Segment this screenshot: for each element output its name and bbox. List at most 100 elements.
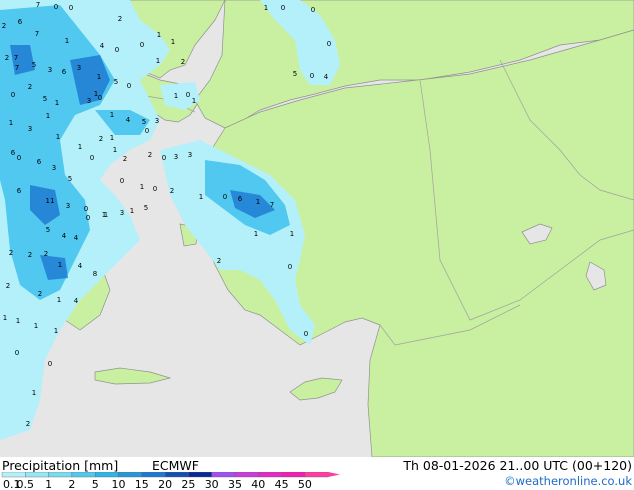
precip-value-label: 3 <box>120 209 124 217</box>
precip-value-label: 7 <box>35 30 39 38</box>
credit-link[interactable]: ©weatheronline.co.uk <box>504 474 632 488</box>
precip-value-label: 7 <box>15 64 19 72</box>
precip-value-label: 2 <box>5 54 9 62</box>
precip-value-label: 2 <box>6 282 10 290</box>
precip-value-label: 0 <box>281 4 285 12</box>
legend-tick-label: 30 <box>205 478 219 490</box>
precip-value-label: 2 <box>123 155 127 163</box>
precip-value-label: 0 <box>127 82 131 90</box>
legend-swatch <box>234 472 259 478</box>
precip-value-label: 5 <box>144 204 148 212</box>
precip-value-label: 1 <box>113 146 117 154</box>
precip-value-label: 7 <box>36 1 40 9</box>
precip-value-label: 0 <box>86 214 90 222</box>
precip-value-label: 2 <box>9 249 13 257</box>
precip-value-label: 0 <box>48 360 52 368</box>
precip-value-label: 2 <box>118 15 122 23</box>
precip-value-label: 3 <box>52 164 56 172</box>
precip-value-label: 1 <box>254 230 258 238</box>
precip-value-label: 0 <box>186 91 190 99</box>
precip-value-label: 4 <box>74 234 79 242</box>
legend-swatch <box>304 472 329 478</box>
precip-value-label: 2 <box>28 251 32 259</box>
precip-value-label: 4 <box>100 42 105 50</box>
legend-swatch <box>281 472 306 478</box>
precip-value-label: 0 <box>145 127 149 135</box>
legend-swatches <box>1 472 340 478</box>
precip-value-label: 1 <box>140 183 144 191</box>
legend-swatch <box>94 472 119 478</box>
precip-value-label: 3 <box>188 151 192 159</box>
precip-value-label: 0 <box>311 6 315 14</box>
legend-swatch <box>211 472 236 478</box>
precip-value-label: 1 <box>157 31 161 39</box>
precip-value-label: 6 <box>62 68 67 76</box>
legend-swatch <box>164 472 189 478</box>
precip-value-label: 0 <box>140 41 144 49</box>
precip-value-label: 1 <box>78 143 82 151</box>
precip-value-label: 0 <box>162 154 166 162</box>
precip-value-label: 6 <box>17 187 22 195</box>
legend-swatch <box>25 472 49 478</box>
precip-value-label: 0 <box>11 91 15 99</box>
precip-value-label: 2 <box>44 250 48 258</box>
precip-value-label: 1 <box>256 198 260 206</box>
precip-value-label: 0 <box>153 185 157 193</box>
precip-value-label: 0 <box>84 205 88 213</box>
precip-value-label: 0 <box>120 177 124 185</box>
precip-value-label: 1 <box>58 261 62 269</box>
legend-tick-label: 35 <box>228 478 242 490</box>
precip-value-label: 1 <box>174 92 178 100</box>
color-legend: 0.10.5 1 2 5 10 15 20 25 30 35 40 45 50 <box>1 472 340 490</box>
precip-value-label: 7 <box>14 54 18 62</box>
chart-title: Precipitation [mm] <box>2 458 119 473</box>
precip-value-label: 1 <box>102 211 106 219</box>
precip-value-label: 2 <box>181 58 185 66</box>
legend-tick-label: 2 <box>68 478 75 490</box>
map-footer: Precipitation [mm] ECMWF Th 08-01-2026 2… <box>0 457 634 490</box>
legend-tick-label: 40 <box>251 478 265 490</box>
precip-value-label: 3 <box>28 125 32 133</box>
precip-value-label: 4 <box>62 232 67 240</box>
precip-value-label: 4 <box>126 116 131 124</box>
precip-value-label: 0 <box>15 349 19 357</box>
precip-value-label: 1 <box>57 296 61 304</box>
legend-tick-label: 1 <box>45 478 52 490</box>
precip-value-label: 0 <box>69 4 73 12</box>
precip-value-label: 5 <box>142 118 146 126</box>
precip-value-label: 0 <box>223 193 227 201</box>
precipitation-map: 27 02670124 0753 6 3157210 5 101311600 635 06113… <box>0 0 634 457</box>
precip-value-label: 2 <box>170 187 174 195</box>
precip-value-label: 4 <box>324 73 329 81</box>
precip-value-label: 5 <box>32 61 36 69</box>
precip-value-label: 1 <box>34 322 38 330</box>
precip-value-label: 6 <box>238 195 243 203</box>
precip-value-label: 3 <box>87 97 91 105</box>
legend-swatch <box>188 472 212 478</box>
precip-value-label: 5 <box>68 175 72 183</box>
precip-value-label: 2 <box>99 135 103 143</box>
legend-swatch <box>71 472 96 478</box>
precip-value-label: 0 <box>310 72 314 80</box>
precip-value-label: 4 <box>78 262 83 270</box>
precip-value-label: 1 <box>156 57 160 65</box>
model-name: ECMWF <box>152 458 199 473</box>
precip-value-label: 7 <box>270 201 274 209</box>
legend-tick-label: 0.5 <box>17 478 35 490</box>
legend-tick-label: 25 <box>181 478 195 490</box>
precip-value-label: 1 <box>110 134 114 142</box>
precip-value-label: 1 <box>3 314 7 322</box>
precip-value-label: 2 <box>28 83 32 91</box>
legend-swatch <box>48 472 73 478</box>
legend-swatch <box>258 472 282 478</box>
precip-value-label: 0 <box>115 46 119 54</box>
legend-tick-label: 20 <box>158 478 172 490</box>
precip-value-label: 0 <box>90 154 94 162</box>
precip-value-label: 1 <box>264 4 268 12</box>
precip-value-label: 2 <box>38 290 42 298</box>
precip-value-label: 1 <box>130 207 134 215</box>
precip-value-label: 6 <box>18 18 23 26</box>
legend-swatch <box>118 472 142 478</box>
precip-value-label: 1 <box>46 112 50 120</box>
legend-swatch <box>1 472 26 478</box>
